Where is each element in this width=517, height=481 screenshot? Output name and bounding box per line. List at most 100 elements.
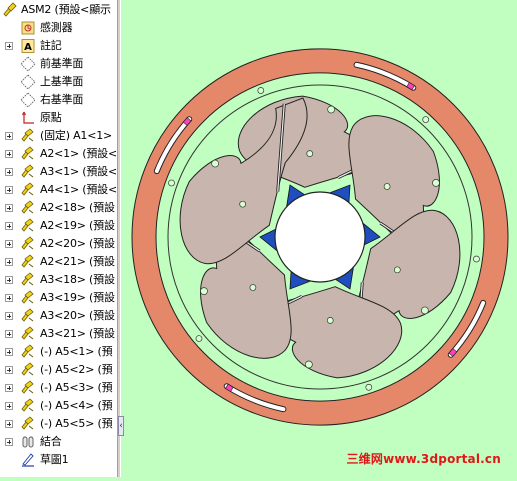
tree-item-label: A3<19> (預設 <box>40 291 115 304</box>
part-icon <box>20 416 36 432</box>
part-icon <box>20 236 36 252</box>
mount-hole <box>257 87 265 94</box>
tree-item[interactable]: A4<1> (預設< <box>0 181 117 199</box>
tree-item[interactable]: A2<19> (預設 <box>0 217 117 235</box>
expand-toggle-icon[interactable] <box>5 420 13 428</box>
tree-item[interactable]: 前基準面 <box>0 55 117 73</box>
tree-item-label: 原點 <box>40 111 62 124</box>
expand-toggle-icon[interactable] <box>5 222 13 230</box>
tree-item[interactable]: A3<18> (預設 <box>0 271 117 289</box>
expand-toggle-icon[interactable] <box>5 240 13 248</box>
svg-text:A: A <box>24 42 32 53</box>
feature-manager-tree: ASM2 (預設<顯示感測器 A 註記前基準面上基準面右基準面原點 (固定) A1<1… <box>0 0 117 477</box>
guide-hole <box>249 284 257 291</box>
tree-item[interactable]: 感測器 <box>0 19 117 37</box>
part-icon <box>20 308 36 324</box>
tree-item[interactable]: A2<20> (預設 <box>0 235 117 253</box>
part-icon <box>20 182 36 198</box>
part-icon <box>20 146 36 162</box>
tree-item[interactable]: 結合 <box>0 433 117 451</box>
part-icon <box>20 326 36 342</box>
tree-item-label: ASM2 (預設<顯示 <box>21 3 111 16</box>
expand-toggle-icon[interactable] <box>5 258 13 266</box>
tree-item-label: 感測器 <box>40 21 73 34</box>
tree-item-label: A2<19> (預設 <box>40 219 115 232</box>
tree-item[interactable]: A2<21> (預設 <box>0 253 117 271</box>
tree-item[interactable]: 原點 <box>0 109 117 127</box>
part-icon <box>20 380 36 396</box>
tree-item[interactable]: A3<20> (預設 <box>0 307 117 325</box>
expand-toggle-icon[interactable] <box>5 402 13 410</box>
tree-item[interactable]: (-) A5<1> (預 <box>0 343 117 361</box>
pivot-hole <box>432 179 440 187</box>
tree-item-label: 前基準面 <box>40 57 84 70</box>
expand-toggle-icon[interactable] <box>5 438 13 446</box>
tree-item[interactable]: (-) A5<4> (預 <box>0 397 117 415</box>
tree-item[interactable]: 右基準面 <box>0 91 117 109</box>
part-icon <box>20 398 36 414</box>
expand-toggle-icon[interactable] <box>5 330 13 338</box>
part-icon <box>20 272 36 288</box>
tree-item[interactable]: (-) A5<2> (預 <box>0 361 117 379</box>
annotations-icon: A <box>20 38 36 54</box>
tree-item-label: (-) A5<1> (預 <box>40 345 113 358</box>
tree-item-label: A2<18> (預設 <box>40 201 115 214</box>
guide-hole <box>383 183 391 190</box>
expand-toggle-icon[interactable] <box>5 204 13 212</box>
tree-item[interactable]: (-) A5<5> (預 <box>0 415 117 433</box>
mount-hole <box>168 179 175 187</box>
tree-item-label: A3<18> (預設 <box>40 273 115 286</box>
part-icon <box>20 362 36 378</box>
tree-item[interactable]: A2<18> (預設 <box>0 199 117 217</box>
part-icon <box>20 290 36 306</box>
tree-item[interactable]: 上基準面 <box>0 73 117 91</box>
tree-item-label: 註記 <box>40 39 62 52</box>
mount-hole <box>365 383 373 391</box>
guide-hole <box>326 317 334 324</box>
pivot-hole <box>327 105 336 114</box>
tree-item[interactable]: (-) A5<3> (預 <box>0 379 117 397</box>
tree-item[interactable]: 草圖1 <box>0 451 117 469</box>
part-icon <box>20 344 36 360</box>
tree-item-label: A4<1> (預設< <box>40 183 117 196</box>
expand-toggle-icon[interactable] <box>5 276 13 284</box>
tree-item[interactable]: A3<19> (預設 <box>0 289 117 307</box>
expand-toggle-icon[interactable] <box>5 312 13 320</box>
iris-assembly-model[interactable] <box>123 0 517 477</box>
assembly-icon <box>2 2 18 18</box>
expand-toggle-icon[interactable] <box>5 294 13 302</box>
tree-item[interactable]: A3<21> (預設 <box>0 325 117 343</box>
tree-item-label: 右基準面 <box>40 93 84 106</box>
part-icon <box>20 254 36 270</box>
expand-toggle-icon[interactable] <box>5 366 13 374</box>
expand-toggle-icon[interactable] <box>5 348 13 356</box>
tree-item[interactable]: A2<1> (預設< <box>0 145 117 163</box>
panel-splitter[interactable] <box>117 0 121 477</box>
graphics-area[interactable] <box>123 0 517 477</box>
tree-item[interactable]: ASM2 (預設<顯示 <box>0 1 117 19</box>
sketch-icon <box>20 452 36 468</box>
tree-item-label: A2<1> (預設< <box>40 147 117 160</box>
part-icon <box>20 218 36 234</box>
guide-hole <box>393 266 401 274</box>
plane-icon <box>20 92 36 108</box>
expand-toggle-icon[interactable] <box>5 168 13 176</box>
part-icon <box>20 200 36 216</box>
guide-hole <box>306 150 314 157</box>
expand-toggle-icon[interactable] <box>5 150 13 158</box>
watermark-text: 三维网www.3dportal.cn <box>346 452 501 466</box>
pivot-hole <box>304 360 313 369</box>
tree-item[interactable]: A 註記 <box>0 37 117 55</box>
tree-item-label: 草圖1 <box>40 453 69 466</box>
part-icon <box>20 128 36 144</box>
tree-item-label: (-) A5<3> (預 <box>40 381 113 394</box>
expand-toggle-icon[interactable] <box>5 186 13 194</box>
expand-toggle-icon[interactable] <box>5 384 13 392</box>
tree-item[interactable]: (固定) A1<1> <box>0 127 117 145</box>
tree-item[interactable]: A3<1> (預設< <box>0 163 117 181</box>
expand-toggle-icon[interactable] <box>5 132 13 140</box>
expand-toggle-icon[interactable] <box>5 42 13 50</box>
pivot-hole <box>211 159 219 168</box>
tree-item-label: A3<1> (預設< <box>40 165 117 178</box>
origin-icon <box>20 110 36 126</box>
